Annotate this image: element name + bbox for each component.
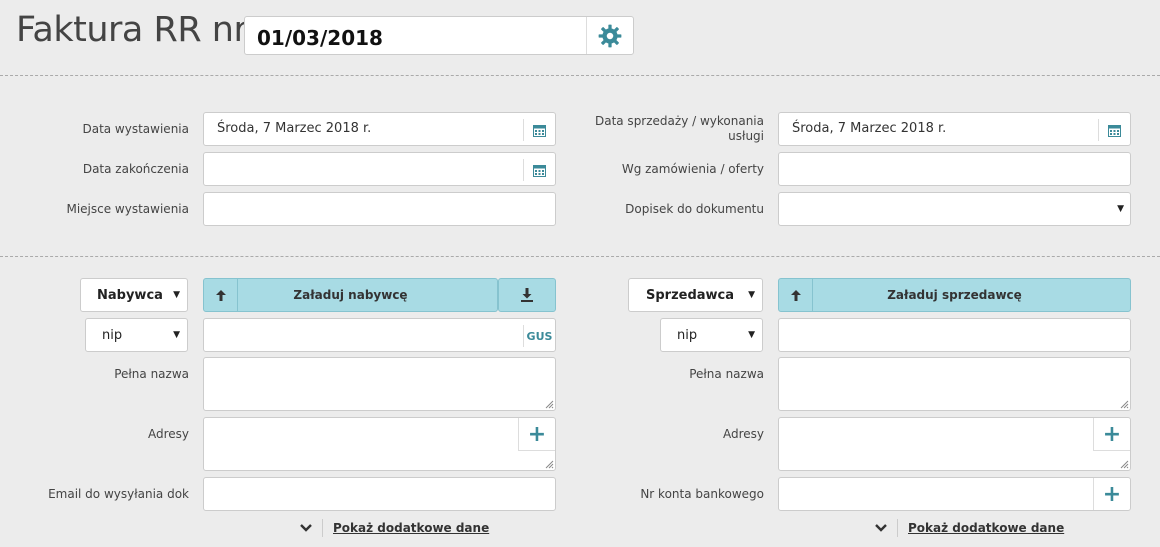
seller-more-toggle[interactable]: Pokaż dodatkowe dane	[875, 516, 1064, 540]
buyer-full-name-label: Pełna nazwa	[114, 367, 189, 381]
sale-date-label: Data sprzedaży / wykonania usługi	[580, 114, 764, 144]
end-date-field[interactable]	[203, 152, 556, 186]
buyer-full-name-textarea[interactable]	[203, 357, 556, 411]
arrow-up-button[interactable]	[779, 279, 813, 311]
resize-grip-icon[interactable]	[1120, 400, 1129, 409]
arrow-up-button[interactable]	[204, 279, 238, 311]
note-label: Dopisek do dokumentu	[625, 202, 764, 216]
order-label: Wg zamówienia / oferty	[621, 162, 764, 176]
calendar-icon	[533, 124, 546, 137]
buyer-nip-input[interactable]: GUS	[203, 318, 556, 352]
add-buyer-address-button[interactable]: +	[518, 418, 555, 451]
caret-down-icon: ▼	[173, 290, 180, 300]
buyer-more-toggle[interactable]: Pokaż dodatkowe dane	[300, 516, 489, 540]
calendar-button[interactable]	[523, 159, 555, 181]
seller-id-type-select[interactable]: nip ▼	[660, 318, 763, 352]
divider	[897, 519, 898, 537]
seller-role-select[interactable]: Sprzedawca ▼	[628, 278, 763, 312]
buyer-role-value: Nabywca	[97, 288, 163, 303]
plus-icon: +	[1102, 421, 1122, 447]
load-seller-label: Załaduj sprzedawcę	[887, 288, 1022, 302]
settings-button[interactable]	[586, 17, 633, 54]
resize-grip-icon[interactable]	[1120, 460, 1129, 469]
add-seller-address-button[interactable]: +	[1093, 418, 1130, 451]
seller-bank-label: Nr konta bankowego	[640, 487, 764, 501]
buyer-address-label: Adresy	[147, 427, 189, 441]
load-seller-button[interactable]: Załaduj sprzedawcę	[778, 278, 1131, 312]
document-number-input[interactable]	[245, 17, 585, 54]
order-field[interactable]	[778, 152, 1131, 186]
download-icon	[521, 288, 533, 302]
seller-id-type-value: nip	[677, 328, 698, 343]
sale-date-field[interactable]: Środa, 7 Marzec 2018 r.	[778, 112, 1131, 146]
divider	[322, 519, 323, 537]
caret-down-icon: ▼	[173, 330, 180, 340]
seller-address-textarea[interactable]: +	[778, 417, 1131, 471]
gus-button[interactable]: GUS	[523, 325, 555, 347]
buyer-email-label: Email do wysyłania dok	[48, 487, 189, 501]
place-label: Miejsce wystawienia	[66, 202, 189, 216]
calendar-icon	[1108, 124, 1121, 137]
load-buyer-label: Załaduj nabywcę	[293, 288, 408, 302]
divider	[0, 256, 1160, 257]
page-title: Faktura RR nr	[16, 10, 248, 50]
caret-down-icon: ▼	[1117, 204, 1124, 214]
sale-date-label-line2: usługi	[728, 129, 764, 143]
seller-full-name-label: Pełna nazwa	[689, 367, 764, 381]
buyer-address-textarea[interactable]: +	[203, 417, 556, 471]
gear-icon	[598, 24, 622, 47]
seller-nip-input[interactable]	[778, 318, 1131, 352]
chevron-down-icon	[875, 521, 887, 535]
seller-role-value: Sprzedawca	[646, 288, 735, 303]
buyer-role-select[interactable]: Nabywca ▼	[80, 278, 188, 312]
resize-grip-icon[interactable]	[545, 400, 554, 409]
add-bank-account-button[interactable]: +	[1093, 478, 1130, 510]
caret-down-icon: ▼	[748, 330, 755, 340]
plus-icon: +	[527, 421, 547, 447]
calendar-button[interactable]	[1098, 119, 1130, 141]
document-number-field[interactable]	[244, 16, 634, 55]
place-field[interactable]	[203, 192, 556, 226]
buyer-email-input[interactable]	[203, 477, 556, 511]
resize-grip-icon[interactable]	[545, 460, 554, 469]
arrow-up-icon	[790, 289, 801, 301]
load-buyer-button[interactable]: Załaduj nabywcę	[203, 278, 498, 312]
plus-icon: +	[1102, 481, 1122, 507]
seller-bank-input[interactable]: +	[778, 477, 1131, 511]
calendar-icon	[533, 164, 546, 177]
issue-date-label: Data wystawienia	[82, 122, 189, 136]
sale-date-label-line1: Data sprzedaży / wykonania	[594, 114, 764, 128]
caret-down-icon: ▼	[748, 290, 755, 300]
divider	[0, 75, 1160, 76]
seller-more-link[interactable]: Pokaż dodatkowe dane	[908, 521, 1064, 535]
chevron-down-icon	[300, 521, 312, 535]
note-select[interactable]: ▼	[778, 192, 1131, 226]
sale-date-value: Środa, 7 Marzec 2018 r.	[792, 121, 947, 136]
buyer-more-link[interactable]: Pokaż dodatkowe dane	[333, 521, 489, 535]
issue-date-value: Środa, 7 Marzec 2018 r.	[217, 121, 372, 136]
seller-full-name-textarea[interactable]	[778, 357, 1131, 411]
buyer-id-type-select[interactable]: nip ▼	[85, 318, 188, 352]
download-buyer-button[interactable]	[498, 278, 556, 312]
buyer-id-type-value: nip	[102, 328, 123, 343]
arrow-up-icon	[215, 289, 226, 301]
issue-date-field[interactable]: Środa, 7 Marzec 2018 r.	[203, 112, 556, 146]
seller-address-label: Adresy	[722, 427, 764, 441]
calendar-button[interactable]	[523, 119, 555, 141]
end-date-label: Data zakończenia	[82, 162, 189, 176]
